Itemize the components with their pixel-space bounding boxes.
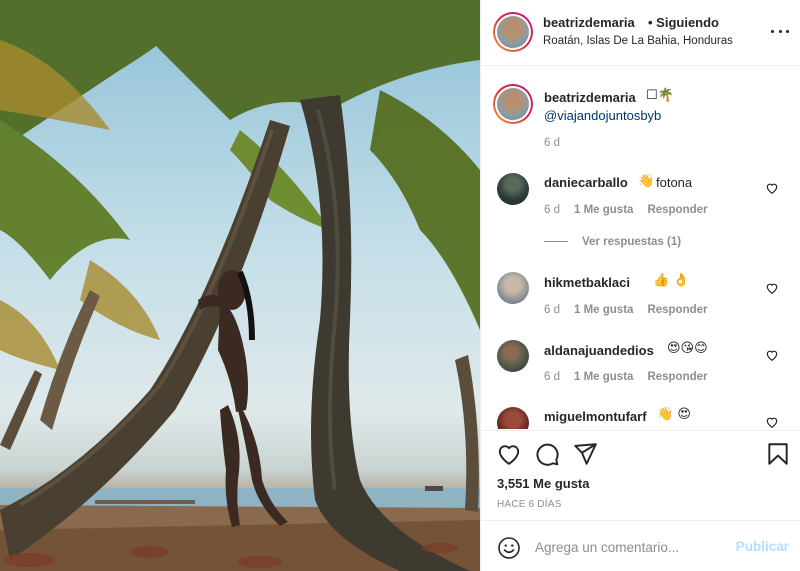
comment-input[interactable]	[535, 536, 725, 558]
action-bar: 3,551 Me gusta HACE 6 DÍAS	[481, 430, 800, 520]
reply-button[interactable]: Responder	[647, 204, 707, 216]
comment-heart-icon[interactable]	[765, 281, 779, 295]
reply-button[interactable]: Responder	[647, 371, 707, 383]
comment-heart-icon[interactable]	[765, 348, 779, 362]
comment-emoji: 👋	[638, 174, 655, 189]
comment-username[interactable]: aldanajuandedios	[544, 343, 654, 358]
caption-mention[interactable]: @viajandojuntosbyb	[544, 108, 661, 123]
comment-composer: Publicar	[481, 520, 800, 571]
commenter-avatar[interactable]	[497, 340, 529, 372]
heart-icon[interactable]	[496, 441, 522, 467]
comment-username[interactable]: hikmetbaklaci	[544, 275, 630, 290]
comment-time[interactable]: 6 d	[544, 304, 560, 316]
comment-text: fotona	[656, 175, 693, 190]
post-side-panel: beatrizdemaria • Siguiendo Roatán, Islas…	[480, 0, 800, 571]
post-photo[interactable]	[0, 0, 480, 571]
bookmark-icon[interactable]	[765, 441, 791, 467]
comment-heart-icon[interactable]	[765, 181, 779, 195]
comment-icon[interactable]	[534, 441, 560, 467]
publish-button[interactable]: Publicar	[736, 539, 789, 554]
caption-emoji: ☐🌴	[646, 88, 674, 103]
comment-likes[interactable]: 1 Me gusta	[574, 304, 633, 316]
comment-likes[interactable]: 1 Me gusta	[574, 371, 633, 383]
comment-username[interactable]: miguelmontufarf	[544, 409, 647, 424]
reply-button[interactable]: Responder	[647, 304, 707, 316]
follow-status[interactable]: • Siguiendo	[648, 15, 719, 30]
author-avatar[interactable]	[493, 12, 533, 52]
smiley-icon[interactable]	[497, 536, 521, 560]
comment-emoji: 👍 👌	[653, 273, 690, 288]
commenter-avatar[interactable]	[497, 407, 529, 429]
commenter-avatar[interactable]	[497, 173, 529, 205]
post-photo-illustration	[0, 0, 480, 571]
view-replies-button[interactable]: Ver respuestas (1)	[544, 236, 681, 248]
instagram-post: beatrizdemaria • Siguiendo Roatán, Islas…	[0, 0, 800, 571]
comment-heart-icon[interactable]	[765, 415, 779, 429]
comments-list[interactable]: beatrizdemaria ☐🌴 @viajandojuntosbyb 6 d…	[481, 67, 800, 429]
caption-avatar[interactable]	[493, 84, 533, 124]
comment-emoji: 👋 😍	[657, 407, 691, 422]
more-options-icon[interactable]	[771, 24, 789, 38]
comment-time[interactable]: 6 d	[544, 371, 560, 383]
paper-plane-icon[interactable]	[572, 441, 598, 467]
commenter-avatar[interactable]	[497, 272, 529, 304]
post-header: beatrizdemaria • Siguiendo Roatán, Islas…	[481, 0, 800, 66]
comment-emoji: 😍😘😊	[667, 341, 708, 356]
post-location[interactable]: Roatán, Islas De La Bahia, Honduras	[543, 35, 733, 47]
likes-count[interactable]: 3,551 Me gusta	[497, 476, 590, 491]
comment-username[interactable]: daniecarballo	[544, 175, 628, 190]
comment-likes[interactable]: 1 Me gusta	[574, 204, 633, 216]
posted-time[interactable]: HACE 6 DÍAS	[497, 499, 561, 510]
comment-time[interactable]: 6 d	[544, 204, 560, 216]
caption-time[interactable]: 6 d	[544, 137, 560, 149]
author-username[interactable]: beatrizdemaria	[543, 15, 635, 30]
caption-username[interactable]: beatrizdemaria	[544, 90, 636, 105]
